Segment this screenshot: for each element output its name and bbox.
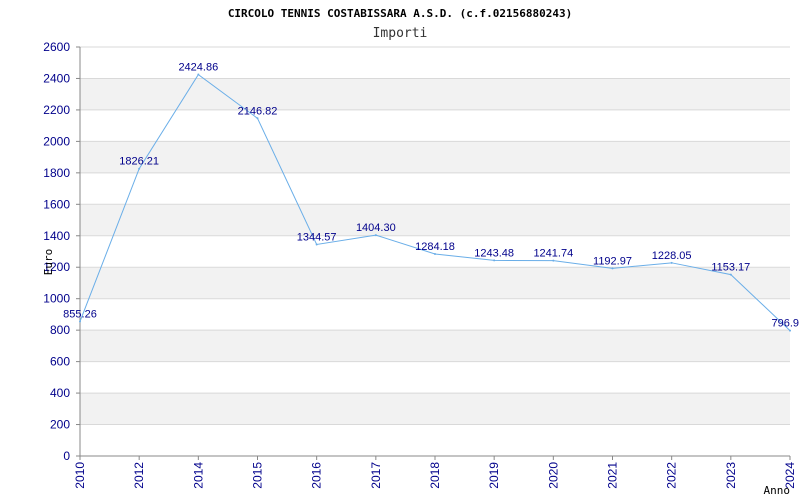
plot-band — [80, 141, 790, 173]
data-point — [789, 329, 791, 332]
y-tick-label: 1600 — [43, 197, 70, 211]
plot-band — [80, 172, 790, 205]
y-axis-label: Euro — [42, 249, 55, 276]
data-point — [611, 267, 614, 270]
data-point — [374, 234, 377, 237]
y-tick-label: 800 — [50, 323, 70, 337]
data-point — [493, 259, 496, 262]
data-label: 1192.97 — [593, 255, 632, 267]
plot-band — [80, 361, 790, 394]
data-point — [670, 261, 673, 264]
x-tick-label: 2019 — [487, 462, 501, 489]
y-tick-label: 1400 — [43, 229, 70, 243]
plot-band — [80, 109, 790, 142]
y-tick-label: 200 — [50, 418, 70, 432]
data-label: 796.9 — [771, 318, 799, 330]
x-tick-label: 2023 — [724, 462, 738, 489]
data-label: 1404.30 — [356, 222, 396, 234]
chart-title: CIRCOLO TENNIS COSTABISSARA A.S.D. (c.f.… — [228, 7, 572, 20]
data-label: 1241.74 — [533, 248, 573, 260]
data-label: 1344.57 — [297, 231, 337, 243]
plot-band — [80, 393, 790, 425]
x-tick-label: 2015 — [251, 462, 265, 489]
plot-band — [80, 424, 790, 456]
y-tick-label: 600 — [50, 355, 70, 369]
plot-band — [80, 330, 790, 362]
plot-band — [80, 204, 790, 236]
y-tick-label: 2400 — [43, 71, 70, 85]
data-label: 855.26 — [63, 308, 97, 320]
data-label: 2424.86 — [178, 62, 218, 74]
y-tick-label: 2200 — [43, 103, 70, 117]
y-tick-label: 1000 — [43, 292, 70, 306]
data-label: 1153.17 — [711, 262, 750, 274]
x-tick-label: 2012 — [132, 462, 146, 489]
data-point — [315, 243, 318, 246]
y-tick-label: 2000 — [43, 134, 70, 148]
y-tick-label: 0 — [63, 449, 70, 463]
x-tick-label: 2018 — [428, 462, 442, 489]
data-label: 1826.21 — [119, 156, 159, 168]
data-point — [197, 73, 200, 76]
x-tick-label: 2010 — [73, 462, 87, 489]
data-point — [138, 167, 141, 170]
x-tick-label: 2021 — [606, 462, 620, 489]
y-tick-label: 2600 — [43, 40, 70, 54]
data-point — [434, 252, 436, 255]
y-tick-label: 1800 — [43, 166, 70, 180]
x-tick-label: 2017 — [369, 462, 383, 489]
x-tick-label: 2014 — [191, 462, 205, 489]
y-tick-label: 400 — [50, 386, 70, 400]
data-label: 2146.82 — [238, 105, 278, 117]
data-point — [256, 117, 259, 120]
data-point — [552, 259, 555, 262]
plot-band — [80, 267, 790, 299]
data-label: 1243.48 — [474, 247, 514, 259]
x-axis-label: Anno — [764, 484, 791, 497]
plot-band — [80, 298, 790, 331]
data-label: 1284.18 — [415, 241, 455, 253]
data-point — [729, 273, 732, 276]
x-axis-ticks: 2010 2012 2014 2015 2016 2017 2018 2019 2020 2021… — [73, 462, 797, 489]
chart-subtitle: Importi — [373, 26, 428, 41]
x-tick-label: 2016 — [310, 462, 324, 489]
data-point — [79, 320, 81, 323]
x-tick-label: 2022 — [665, 462, 679, 489]
x-tick-label: 2020 — [546, 462, 560, 489]
data-label: 1228.05 — [652, 250, 692, 262]
line-chart: CIRCOLO TENNIS COSTABISSARA A.S.D. (c.f.… — [42, 7, 799, 497]
